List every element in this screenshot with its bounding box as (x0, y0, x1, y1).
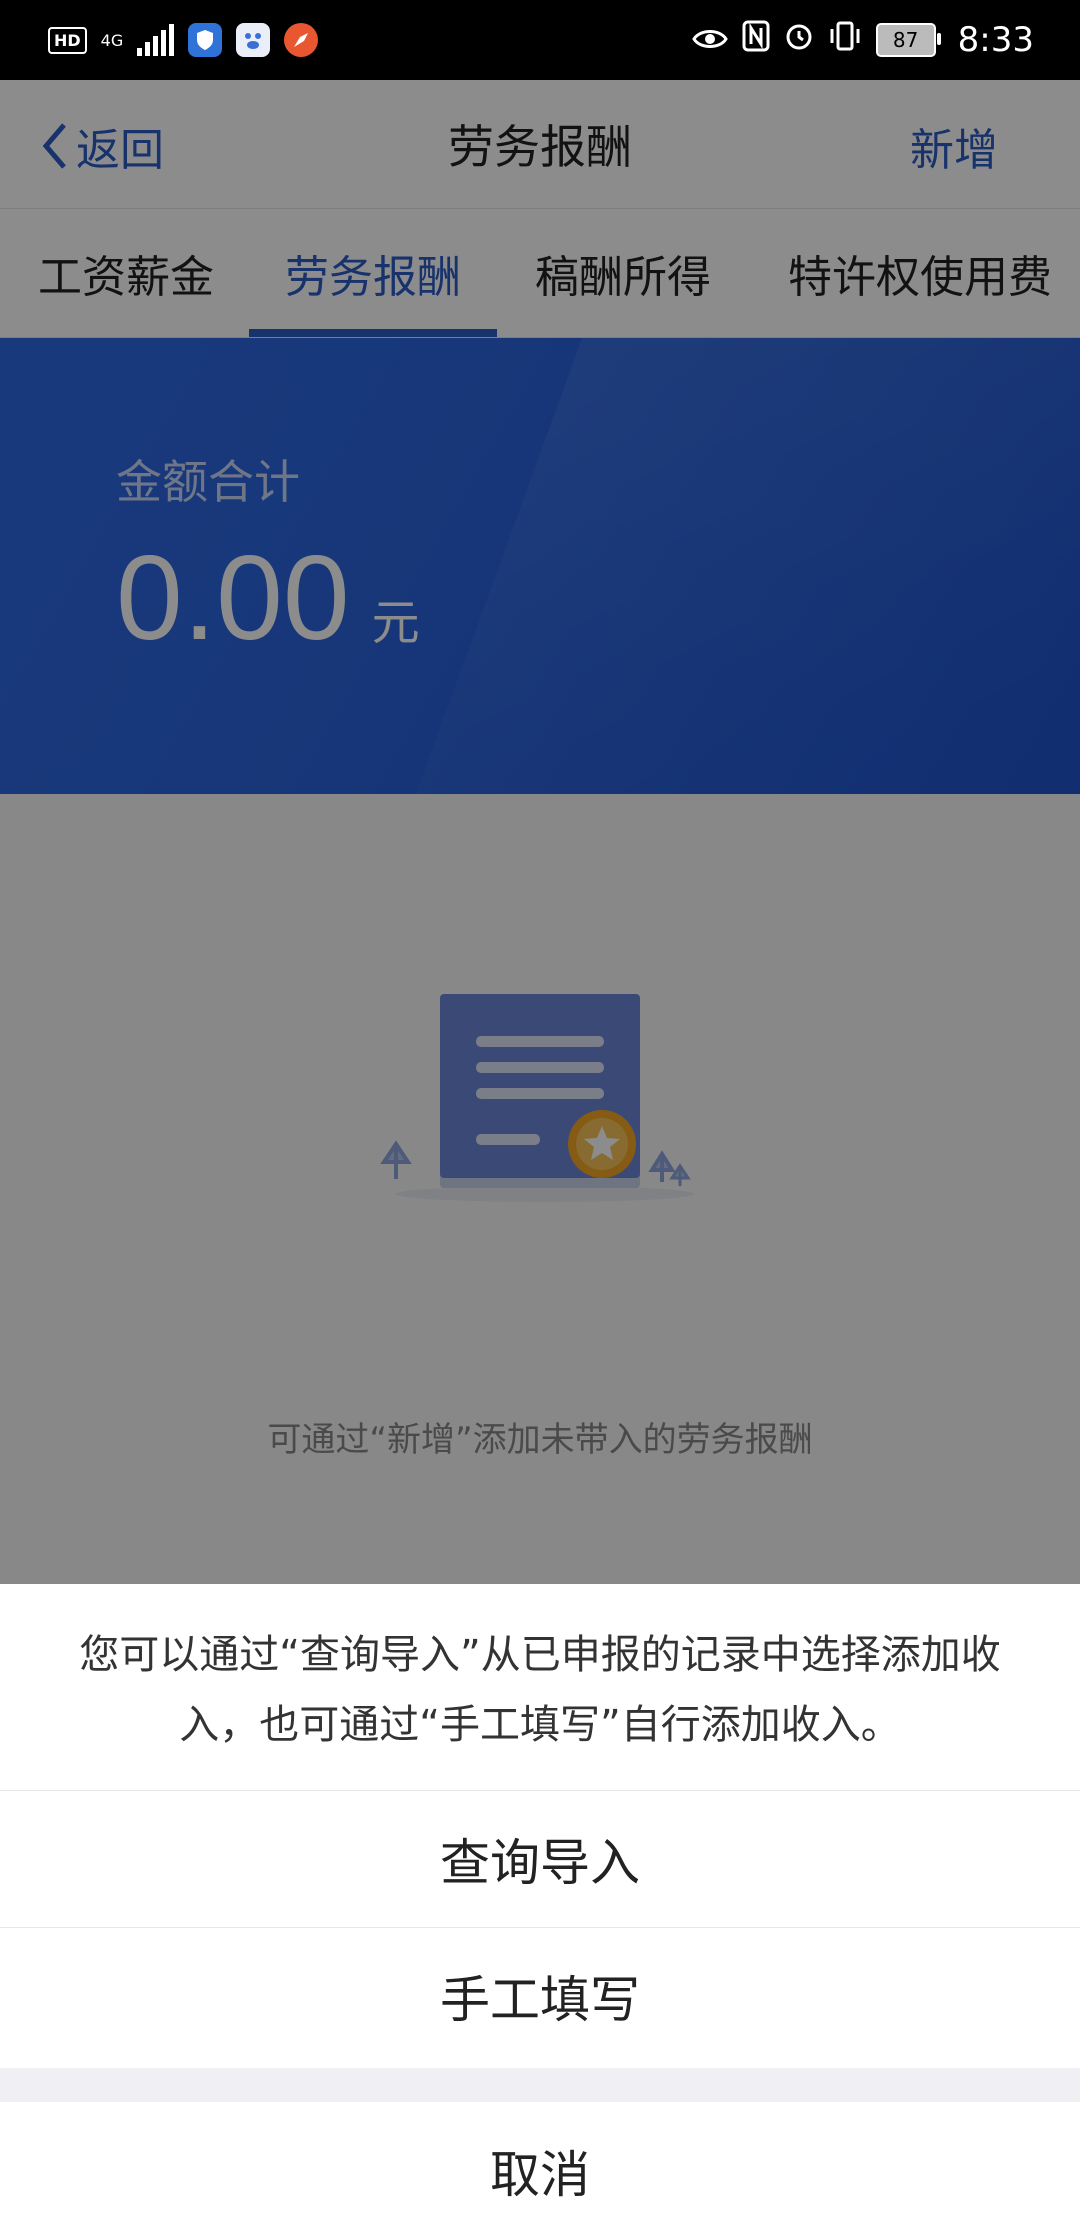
battery-icon: 87 (875, 23, 941, 57)
action-sheet-message: 您可以通过“查询导入”从已申报的记录中选择添加收入，也可通过“手工填写”自行添加… (79, 1632, 1001, 1748)
clock: 8:33 (957, 20, 1034, 60)
shield-app-icon (188, 23, 223, 57)
signal-icon (137, 24, 175, 56)
nfc-icon (742, 20, 770, 60)
eye-icon (691, 21, 728, 59)
query-import-button[interactable]: 查询导入 (0, 1790, 1080, 1927)
status-bar: HD 4G 87 8:33 (0, 0, 1080, 80)
cancel-button[interactable]: 取消 (0, 2102, 1080, 2240)
status-right: 87 8:33 (691, 20, 1034, 60)
baidu-app-icon (236, 23, 271, 57)
alarm-icon (784, 21, 814, 59)
hd-icon: HD (48, 26, 87, 54)
action-sheet: 您可以通过“查询导入”从已申报的记录中选择添加收入，也可通过“手工填写”自行添加… (0, 1584, 1080, 2240)
status-left: HD 4G (48, 23, 319, 57)
rocket-app-icon (284, 23, 319, 57)
network-type: 4G (100, 30, 124, 50)
modal-overlay[interactable] (0, 80, 1080, 1585)
sheet-divider (0, 2068, 1080, 2102)
vibrate-icon (828, 21, 862, 59)
manual-entry-button[interactable]: 手工填写 (0, 1927, 1080, 2064)
